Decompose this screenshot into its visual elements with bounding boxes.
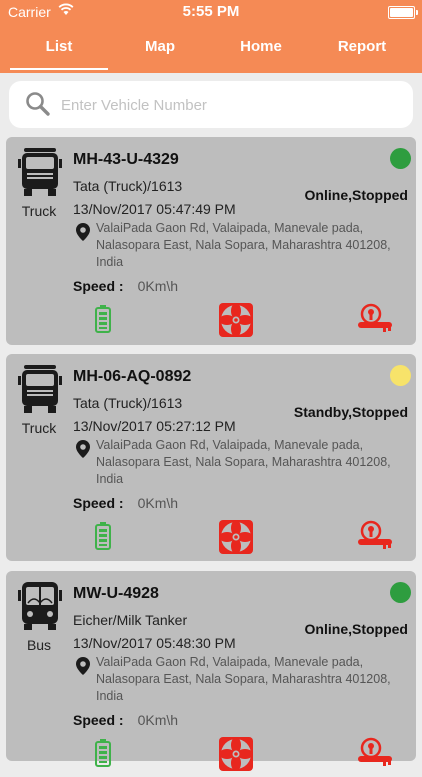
active-tab-indicator (10, 68, 108, 70)
speed-value: 0Km\h (137, 712, 179, 728)
status-indicator-dot (390, 582, 411, 603)
vehicle-model: Tata (Truck)/1613 (73, 395, 183, 411)
status-indicator-dot (390, 365, 411, 386)
vehicle-search-input[interactable] (59, 91, 403, 119)
vehicle-address: ValaiPada Gaon Rd, Valaipada, Manevale p… (96, 655, 391, 703)
vehicle-number: MH-43-U-4329 (73, 151, 179, 168)
vehicle-type-label: Bus (26, 637, 52, 653)
vehicle-status: Online,Stopped (304, 187, 408, 203)
tab-list[interactable]: List (10, 38, 108, 55)
battery-icon[interactable] (95, 305, 111, 338)
ac-fan-icon[interactable] (218, 736, 254, 777)
vehicle-card[interactable]: Truck MH-43-U-4329 Tata (Truck)/1613 13/… (6, 137, 416, 345)
ignition-key-icon[interactable] (357, 520, 393, 557)
tab-report[interactable]: Report (313, 38, 411, 55)
ac-fan-icon[interactable] (218, 302, 254, 343)
speed-label: Speed : (73, 495, 124, 511)
ignition-key-icon[interactable] (357, 303, 393, 340)
speed-label: Speed : (73, 712, 124, 728)
vehicle-model: Eicher/Milk Tanker (73, 612, 188, 628)
location-pin-icon (76, 657, 90, 680)
truck-icon (18, 147, 62, 197)
battery-icon[interactable] (95, 522, 111, 555)
last-update-time: 13/Nov/2017 05:48:30 PM (73, 635, 236, 651)
speed-label: Speed : (73, 278, 124, 294)
speed-row: Speed : 0Km\h (73, 278, 178, 294)
tab-map[interactable]: Map (111, 38, 209, 55)
vehicle-status: Online,Stopped (304, 621, 408, 637)
bus-icon (18, 581, 62, 631)
vehicle-number: MH-06-AQ-0892 (73, 368, 192, 385)
location-pin-icon (76, 440, 90, 463)
speed-row: Speed : 0Km\h (73, 495, 178, 511)
battery-icon[interactable] (95, 739, 111, 772)
vehicle-type-label: Truck (21, 420, 57, 436)
vehicle-status: Standby,Stopped (293, 404, 408, 420)
battery-status-icon (388, 6, 418, 19)
ignition-key-icon[interactable] (357, 737, 393, 774)
status-bar: Carrier 5:55 PM (0, 0, 422, 24)
last-update-time: 13/Nov/2017 05:47:49 PM (73, 201, 236, 217)
last-update-time: 13/Nov/2017 05:27:12 PM (73, 418, 236, 434)
vehicle-model: Tata (Truck)/1613 (73, 178, 183, 194)
speed-value: 0Km\h (137, 278, 179, 294)
app-header: Carrier 5:55 PM List Map Home Report (0, 0, 422, 73)
clock: 5:55 PM (182, 3, 240, 20)
speed-row: Speed : 0Km\h (73, 712, 178, 728)
location-pin-icon (76, 223, 90, 246)
vehicle-type-label: Truck (21, 203, 57, 219)
speed-value: 0Km\h (137, 495, 179, 511)
tab-home[interactable]: Home (212, 38, 310, 55)
vehicle-card[interactable]: Truck MH-06-AQ-0892 Tata (Truck)/1613 13… (6, 354, 416, 561)
tab-bar: List Map Home Report (0, 30, 422, 73)
status-indicator-dot (390, 148, 411, 169)
vehicle-card[interactable]: Bus MW-U-4928 Eicher/Milk Tanker 13/Nov/… (6, 571, 416, 771)
vehicle-address: ValaiPada Gaon Rd, Valaipada, Manevale p… (96, 438, 391, 486)
vehicle-number: MW-U-4928 (73, 585, 159, 602)
ac-fan-icon[interactable] (218, 519, 254, 560)
truck-icon (18, 364, 62, 414)
search-bar (9, 81, 413, 128)
vehicle-address: ValaiPada Gaon Rd, Valaipada, Manevale p… (96, 221, 391, 269)
search-icon[interactable] (25, 91, 51, 122)
